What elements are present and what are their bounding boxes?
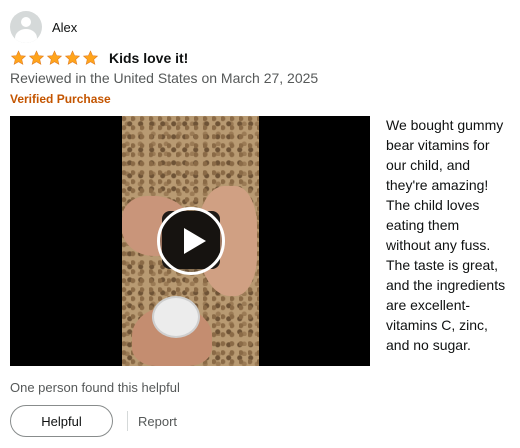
review-body-line: our child, and (386, 157, 471, 173)
helpful-button[interactable]: Helpful (10, 405, 113, 437)
star-icon (46, 50, 63, 65)
star-icon (64, 50, 81, 65)
divider (127, 411, 128, 431)
play-icon (184, 228, 206, 254)
review-body-line: bear vitamins for (386, 137, 490, 153)
helpful-count-text: One person found this helpful (10, 380, 180, 395)
review-body: We bought gummy bear vitamins for our chil… (386, 115, 514, 355)
review-body-line: The taste is great, (386, 257, 499, 273)
jar-lid (152, 296, 200, 338)
avatar-body-shape (15, 29, 37, 43)
review-body-line: they're amazing! (386, 177, 489, 193)
verified-purchase-badge: Verified Purchase (10, 92, 111, 106)
review-body-line: without any fuss. (386, 237, 491, 253)
review-body-line: vitamins C, zinc, (386, 317, 488, 333)
review-title[interactable]: Kids love it! (109, 50, 188, 66)
reviewer-profile[interactable]: Alex (10, 10, 77, 44)
star-icon (10, 50, 27, 65)
report-link[interactable]: Report (138, 414, 177, 429)
review-video[interactable] (10, 116, 370, 366)
review-body-line: and the ingredients (386, 277, 506, 293)
review-actions: Helpful Report (10, 405, 177, 437)
avatar (10, 11, 42, 43)
review-title-row: Kids love it! (10, 48, 188, 68)
play-button[interactable] (157, 207, 225, 275)
star-icon (28, 50, 45, 65)
review-body-line: We bought gummy (386, 117, 504, 133)
review-body-line: and no sugar. (386, 337, 471, 353)
reviewer-name[interactable]: Alex (52, 20, 77, 35)
review-body-line: The child loves (386, 197, 480, 213)
avatar-head-shape (21, 17, 31, 27)
review-body-line: are excellent- (386, 297, 471, 313)
star-rating[interactable] (10, 50, 99, 66)
star-icon (82, 50, 99, 65)
review-body-line: eating them (386, 217, 460, 233)
review-date: Reviewed in the United States on March 2… (10, 70, 319, 86)
